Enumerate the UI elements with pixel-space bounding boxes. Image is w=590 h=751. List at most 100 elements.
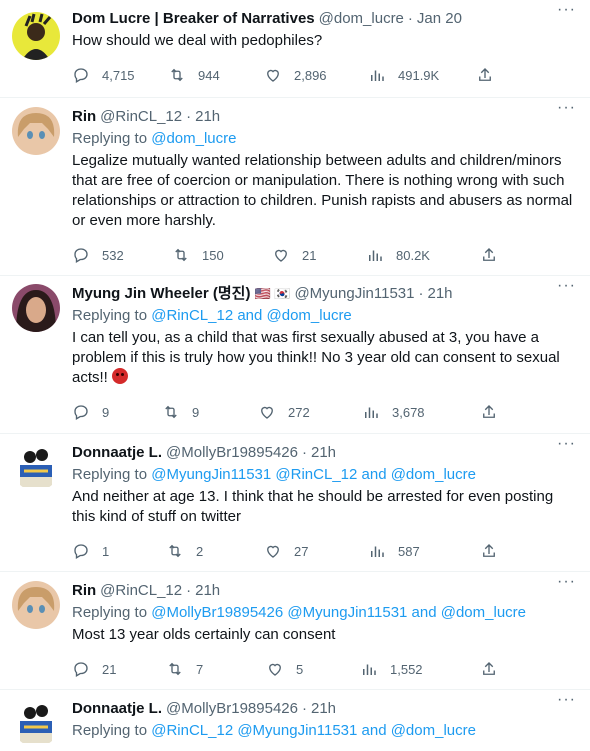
replying-to-link[interactable]: @dom_lucre (151, 130, 236, 147)
display-name[interactable]: Dom Lucre | Breaker of Narratives (72, 9, 315, 29)
tweet[interactable]: Myung Jin Wheeler (명진) 🇺🇸 🇰🇷 @MyungJin11… (0, 276, 590, 434)
reply-button[interactable]: 21 (72, 660, 116, 678)
like-button[interactable]: 27 (264, 542, 308, 560)
replying-to: Replying to @RinCL_12 @MyungJin11531 and… (72, 721, 574, 741)
view-count: 3,678 (392, 404, 425, 420)
like-button[interactable]: 2,896 (264, 66, 327, 84)
more-options-icon[interactable]: ··· (557, 434, 576, 454)
timestamp[interactable]: 21h (311, 443, 336, 463)
tweet-actions: 9 9 272 3,678 (72, 402, 574, 422)
display-name[interactable]: Rin (72, 107, 96, 127)
share-button[interactable] (480, 403, 510, 421)
tweet[interactable]: Rin @RinCL_12 · 21h ··· Replying to @dom… (0, 98, 590, 276)
retweet-count: 2 (196, 543, 204, 559)
display-name[interactable]: Donnaatje L. (72, 699, 162, 719)
timestamp[interactable]: Jan 20 (417, 9, 462, 29)
user-handle[interactable]: @RinCL_12 (100, 581, 182, 601)
reply-button[interactable]: 532 (72, 246, 124, 264)
avatar[interactable] (12, 12, 60, 60)
more-options-icon[interactable]: ··· (557, 572, 576, 592)
replying-label: Replying to (72, 604, 148, 621)
views-button[interactable]: 587 (368, 542, 420, 560)
like-count: 21 (302, 247, 317, 263)
share-button[interactable] (480, 660, 510, 678)
like-button[interactable]: 5 (266, 660, 303, 678)
tweet-actions: 532 150 21 80.2K (72, 245, 574, 265)
replying-to: Replying to @MyungJin11531 @RinCL_12 and… (72, 465, 574, 485)
more-options-icon[interactable]: ··· (557, 98, 576, 118)
view-count: 587 (398, 543, 420, 559)
analytics-icon (371, 70, 384, 81)
replying-label: Replying to (72, 130, 148, 147)
retweet-icon (165, 405, 177, 419)
more-options-icon[interactable]: ··· (557, 276, 576, 296)
retweet-count: 944 (198, 67, 220, 83)
avatar[interactable] (12, 581, 60, 629)
tweet[interactable]: Donnaatje L. @MollyBr19895426 · 21h ··· … (0, 690, 590, 751)
retweet-button[interactable]: 9 (162, 403, 199, 421)
views-button[interactable]: 1,552 (360, 660, 423, 678)
tweet-text: And neither at age 13. I think that he s… (72, 488, 554, 525)
replying-to-link[interactable]: @RinCL_12 and @dom_lucre (151, 307, 352, 324)
tweet[interactable]: Rin @RinCL_12 · 21h ··· Replying to @Mol… (0, 572, 590, 690)
replying-to: Replying to @dom_lucre (72, 129, 574, 149)
avatar[interactable] (12, 284, 60, 332)
retweet-icon (175, 248, 187, 262)
display-name[interactable]: Donnaatje L. (72, 443, 162, 463)
timestamp[interactable]: 21h (195, 107, 220, 127)
user-handle[interactable]: @MyungJin11531 (294, 284, 414, 304)
like-button[interactable]: 21 (272, 246, 316, 264)
separator-dot: · (418, 285, 424, 302)
more-options-icon[interactable]: ··· (557, 0, 576, 20)
avatar[interactable] (12, 107, 60, 155)
replying-to-link[interactable]: @MollyBr19895426 @MyungJin11531 and @dom… (151, 604, 526, 621)
replying-to: Replying to @MollyBr19895426 @MyungJin11… (72, 603, 574, 623)
share-icon (483, 544, 495, 557)
reply-button[interactable]: 4,715 (72, 66, 135, 84)
user-handle[interactable]: @MollyBr19895426 (166, 443, 298, 463)
user-handle[interactable]: @MollyBr19895426 (166, 699, 298, 719)
like-count: 27 (294, 543, 309, 559)
retweet-button[interactable]: 150 (172, 246, 224, 264)
separator-dot: · (301, 444, 307, 461)
more-options-icon[interactable]: ··· (557, 690, 576, 710)
tweet[interactable]: Donnaatje L. @MollyBr19895426 · 21h ··· … (0, 434, 590, 572)
tweet-text: How should we deal with pedophiles? (72, 32, 323, 49)
timestamp[interactable]: 21h (195, 581, 220, 601)
tweet-header: Dom Lucre | Breaker of Narratives @dom_l… (72, 9, 574, 29)
views-button[interactable]: 3,678 (362, 403, 425, 421)
user-handle[interactable]: @RinCL_12 (100, 107, 182, 127)
heart-icon (261, 406, 273, 419)
avatar[interactable] (12, 443, 60, 491)
views-button[interactable]: 80.2K (366, 246, 430, 264)
reply-count: 9 (102, 404, 110, 420)
heart-icon (267, 69, 279, 82)
user-handle[interactable]: @dom_lucre (319, 9, 404, 29)
like-button[interactable]: 272 (258, 403, 310, 421)
share-icon (483, 662, 495, 675)
retweet-button[interactable]: 944 (168, 66, 220, 84)
timestamp[interactable]: 21h (427, 284, 452, 304)
retweet-count: 150 (202, 247, 224, 263)
avatar[interactable] (12, 699, 60, 747)
replying-to-link[interactable]: @MyungJin11531 @RinCL_12 and @dom_lucre (151, 466, 476, 483)
reply-button[interactable]: 9 (72, 403, 109, 421)
share-button[interactable] (480, 542, 510, 560)
display-name[interactable]: Myung Jin Wheeler (명진) (72, 284, 250, 304)
reply-button[interactable]: 1 (72, 542, 109, 560)
view-count: 1,552 (390, 661, 423, 677)
share-icon (483, 405, 495, 418)
reply-count: 21 (102, 661, 117, 677)
replying-to-link[interactable]: @RinCL_12 @MyungJin11531 and @dom_lucre (151, 722, 476, 739)
separator-dot: · (186, 582, 192, 599)
tweet[interactable]: Dom Lucre | Breaker of Narratives @dom_l… (0, 0, 590, 98)
tweet-header: Myung Jin Wheeler (명진) 🇺🇸 🇰🇷 @MyungJin11… (72, 284, 574, 304)
views-button[interactable]: 491.9K (368, 66, 439, 84)
retweet-button[interactable]: 2 (166, 542, 203, 560)
retweet-button[interactable]: 7 (166, 660, 203, 678)
reply-icon (74, 662, 88, 677)
share-button[interactable] (476, 66, 506, 84)
timestamp[interactable]: 21h (311, 699, 336, 719)
display-name[interactable]: Rin (72, 581, 96, 601)
share-button[interactable] (480, 246, 510, 264)
